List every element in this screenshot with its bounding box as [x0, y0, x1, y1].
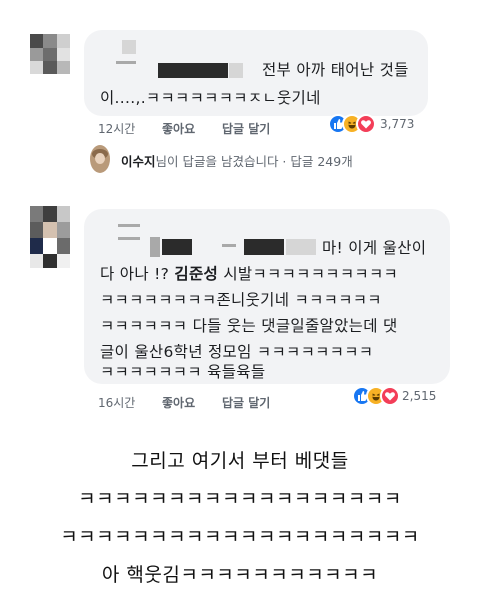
- heart-icon: [356, 114, 376, 134]
- like-link[interactable]: 좋아요: [162, 394, 195, 411]
- reply-link[interactable]: 답글 달기: [222, 120, 270, 137]
- comment-text-line1: 전부 아까 태어난 것들: [262, 61, 409, 79]
- reply-summary-text: 님이 답글을 남겼습니다 · 답글 249개: [155, 154, 353, 169]
- comment-bubble: 마! 이게 울산이 다 아나 !? 김준성 시발ㅋㅋㅋㅋㅋㅋㅋㅋㅋㅋ ㅋㅋㅋㅋㅋ…: [84, 209, 450, 384]
- reply-author-avatar[interactable]: [90, 145, 110, 173]
- censored-username: [118, 224, 140, 227]
- comment-timestamp: 16시간: [98, 396, 136, 410]
- comment-bubble: 전부 아까 태어난 것들 이....,.ㅋㅋㅋㅋㅋㅋㅋㅈㄴ웃기네: [84, 30, 428, 116]
- reaction-summary[interactable]: 3,773: [328, 114, 433, 136]
- comment-text-line4: ㅋㅋㅋㅋㅋㅋ 다들 웃는 댓글일줄알았는데 댓: [100, 317, 398, 335]
- comment-text-line2: 이....,.ㅋㅋㅋㅋㅋㅋㅋㅈㄴ웃기네: [100, 89, 321, 107]
- reply-author-name[interactable]: 이수지: [121, 154, 156, 169]
- comment-text-line2: 다 아나 !? 김준성 시발ㅋㅋㅋㅋㅋㅋㅋㅋㅋㅋ: [100, 265, 399, 283]
- comment-timestamp: 12시간: [98, 122, 136, 136]
- like-link[interactable]: 좋아요: [162, 120, 195, 137]
- reply-link[interactable]: 답글 달기: [222, 394, 270, 411]
- caption-line4: 아 핵웃김ㅋㅋㅋㅋㅋㅋㅋㅋㅋㅋㅋ: [101, 564, 379, 586]
- reaction-summary[interactable]: 2,515: [352, 386, 452, 408]
- comment-meta: 12시간 좋아요 답글 달기: [98, 120, 298, 136]
- comment-text-line3: ㅋㅋㅋㅋㅋㅋㅋㅋ존니웃기네 ㅋㅋㅋㅋㅋㅋ: [100, 291, 382, 309]
- censored-username: [122, 40, 136, 54]
- commenter-avatar-blurred[interactable]: [30, 34, 70, 74]
- tagged-name[interactable]: 김준성: [174, 265, 218, 283]
- reaction-count: 3,773: [380, 117, 415, 131]
- reaction-count: 2,515: [402, 389, 437, 403]
- comment-text-line6: ㅋㅋㅋㅋㅋㅋㅋ 육들육들: [100, 363, 266, 381]
- comment-text-line1: 마! 이게 울산이: [322, 239, 427, 257]
- commenter-avatar-blurred[interactable]: [30, 206, 70, 268]
- caption-line2: ㅋㅋㅋㅋㅋㅋㅋㅋㅋㅋㅋㅋㅋㅋㅋㅋㅋㅋ: [78, 488, 402, 510]
- caption-line3: ㅋㅋㅋㅋㅋㅋㅋㅋㅋㅋㅋㅋㅋㅋㅋㅋㅋㅋㅋㅋ: [60, 526, 420, 548]
- comment-meta: 16시간 좋아요 답글 달기: [98, 394, 298, 410]
- view-replies-link[interactable]: 이수지님이 답글을 남겼습니다 · 답글 249개: [121, 151, 353, 170]
- heart-icon: [380, 386, 400, 406]
- caption-line1: 그리고 여기서 부터 베댓들: [131, 450, 349, 472]
